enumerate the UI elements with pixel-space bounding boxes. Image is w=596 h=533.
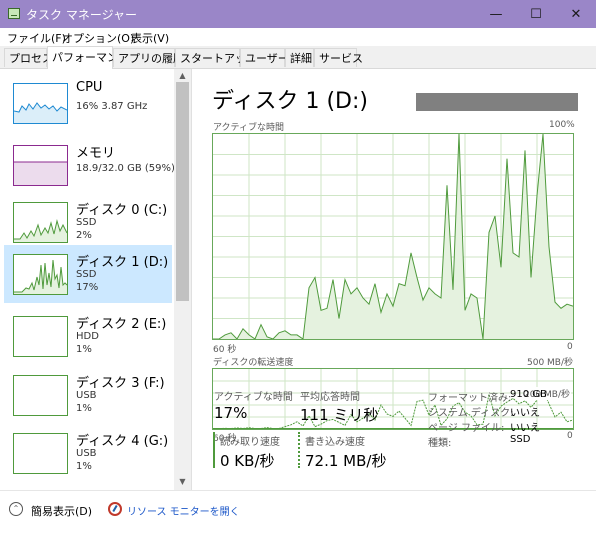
sidebar-scrollbar[interactable]: ▲ ▼ bbox=[174, 69, 191, 490]
active-time-graph-left-axis: 60 秒 bbox=[213, 345, 237, 355]
write-speed-label: 書き込み速度 bbox=[305, 437, 365, 448]
chevron-up-icon[interactable]: ⌃ bbox=[9, 502, 23, 516]
read-speed-legend-line bbox=[213, 432, 215, 468]
sidebar-item-name: CPU bbox=[76, 80, 103, 95]
minimize-button[interactable]: — bbox=[476, 0, 516, 28]
sidebar-item-name: ディスク 4 (G:) bbox=[76, 434, 169, 449]
system-disk-value: いいえ bbox=[510, 408, 540, 419]
transfer-rate-graph-label: ディスクの転送速度 bbox=[213, 358, 294, 368]
sidebar-item-detail: 18.9/32.0 GB (59%) bbox=[76, 163, 175, 174]
close-button[interactable]: ✕ bbox=[556, 0, 596, 28]
scrollbar-thumb[interactable] bbox=[176, 82, 189, 301]
write-speed-value: 72.1 MB/秒 bbox=[305, 452, 387, 470]
fewer-details-link[interactable]: 簡易表示(D) bbox=[31, 503, 92, 519]
sidebar-item-usage: 1% bbox=[76, 403, 92, 414]
write-speed-legend-line bbox=[298, 432, 300, 468]
sidebar-item-type: HDD bbox=[76, 331, 99, 342]
sidebar-item-type: SSD bbox=[76, 217, 97, 228]
page-file-key: ページ ファイル: bbox=[428, 423, 505, 434]
resource-list: CPU 16% 3.87 GHz メモリ 18.9/32.0 GB (59%) … bbox=[0, 69, 192, 490]
sidebar-item-type: USB bbox=[76, 448, 97, 459]
tab-users[interactable]: ユーザー bbox=[240, 48, 289, 67]
active-time-stat-label: アクティブな時間 bbox=[214, 392, 293, 403]
tab-details[interactable]: 詳細 bbox=[285, 48, 314, 67]
disk4-thumbnail-graph bbox=[13, 433, 68, 474]
sidebar-item-type: USB bbox=[76, 390, 97, 401]
footer-bar: ⌃ 簡易表示(D) リソース モニターを開く bbox=[0, 490, 596, 533]
tab-services[interactable]: サービス bbox=[314, 48, 363, 67]
disk1-thumbnail-graph bbox=[13, 254, 68, 295]
active-time-graph-right-axis: 0 bbox=[567, 342, 573, 352]
sidebar-item-memory[interactable]: メモリ 18.9/32.0 GB (59%) bbox=[4, 136, 175, 198]
sidebar-item-name: ディスク 2 (E:) bbox=[76, 317, 167, 332]
sidebar-item-name: ディスク 3 (F:) bbox=[76, 376, 165, 391]
sidebar-item-disk-1[interactable]: ディスク 1 (D:) SSD 17% bbox=[4, 245, 172, 303]
sidebar-item-usage: 1% bbox=[76, 461, 92, 472]
menu-view[interactable]: 表示(V) bbox=[131, 30, 169, 46]
sidebar-item-name: メモリ bbox=[76, 146, 116, 161]
cpu-thumbnail-graph bbox=[13, 83, 68, 124]
active-time-graph-label: アクティブな時間 bbox=[213, 123, 285, 133]
disk-model-redacted bbox=[416, 93, 578, 111]
tab-startup[interactable]: スタートアップ bbox=[175, 48, 257, 67]
sidebar-item-name: ディスク 0 (C:) bbox=[76, 203, 168, 218]
scroll-up-arrow-icon[interactable]: ▲ bbox=[174, 69, 191, 82]
sidebar-item-usage: 17% bbox=[76, 282, 99, 293]
sidebar-item-name: ディスク 1 (D:) bbox=[76, 255, 169, 270]
formatted-capacity-key: フォーマット済み: bbox=[428, 393, 512, 404]
active-time-stat-value: 17% bbox=[214, 404, 248, 422]
page-title: ディスク 1 (D:) bbox=[212, 89, 368, 114]
response-time-stat-label: 平均応答時間 bbox=[300, 392, 360, 403]
maximize-button[interactable]: ☐ bbox=[516, 0, 556, 28]
memory-thumbnail-graph bbox=[13, 145, 68, 186]
tab-app-history[interactable]: アプリの履歴 bbox=[113, 48, 184, 67]
sidebar-item-usage: 2% bbox=[76, 230, 92, 241]
system-disk-key: システム ディスク: bbox=[428, 408, 514, 419]
sidebar-item-disk-4[interactable]: ディスク 4 (G:) USB 1% bbox=[4, 424, 172, 486]
window-title: タスク マネージャー bbox=[26, 8, 137, 22]
tab-bar: プロセス パフォーマンス アプリの履歴 スタートアップ ユーザー 詳細 サービス bbox=[0, 46, 596, 69]
sidebar-item-detail: 16% 3.87 GHz bbox=[76, 101, 148, 112]
menu-bar: ファイル(F) オプション(O) 表示(V) bbox=[0, 28, 596, 46]
active-time-graph-max: 100% bbox=[549, 120, 575, 130]
active-time-graph bbox=[212, 133, 574, 340]
sidebar-item-disk-2[interactable]: ディスク 2 (E:) HDD 1% bbox=[4, 307, 172, 369]
title-bar: タスク マネージャー — ☐ ✕ bbox=[0, 0, 596, 28]
resource-monitor-icon[interactable] bbox=[108, 502, 122, 516]
sidebar-item-type: SSD bbox=[76, 269, 97, 280]
disk0-thumbnail-graph bbox=[13, 202, 68, 243]
disk2-thumbnail-graph bbox=[13, 316, 68, 357]
page-file-value: いいえ bbox=[510, 423, 540, 434]
menu-options[interactable]: オプション(O) bbox=[62, 30, 134, 46]
read-speed-value: 0 KB/秒 bbox=[220, 452, 275, 470]
response-time-stat-value: 111 ミリ秒 bbox=[300, 406, 379, 424]
tab-processes[interactable]: プロセス bbox=[4, 48, 53, 67]
read-speed-label: 読み取り速度 bbox=[220, 437, 280, 448]
transfer-rate-graph-max: 500 MB/秒 bbox=[527, 358, 574, 368]
scroll-down-arrow-icon[interactable]: ▼ bbox=[174, 475, 191, 488]
disk-type-value: SSD bbox=[510, 434, 531, 445]
tab-performance[interactable]: パフォーマンス bbox=[47, 46, 129, 69]
transfer-rate-graph-right-axis: 0 bbox=[567, 431, 573, 441]
menu-file[interactable]: ファイル(F) bbox=[7, 30, 66, 46]
formatted-capacity-value: 910 GB bbox=[510, 389, 547, 400]
sidebar-item-disk-3[interactable]: ディスク 3 (F:) USB 1% bbox=[4, 366, 172, 428]
sidebar-item-usage: 1% bbox=[76, 344, 92, 355]
disk-type-key: 種類: bbox=[428, 438, 452, 449]
disk3-thumbnail-graph bbox=[13, 375, 68, 416]
task-manager-icon bbox=[8, 8, 20, 19]
open-resource-monitor-link[interactable]: リソース モニターを開く bbox=[127, 503, 240, 518]
sidebar-item-cpu[interactable]: CPU 16% 3.87 GHz bbox=[4, 74, 172, 136]
